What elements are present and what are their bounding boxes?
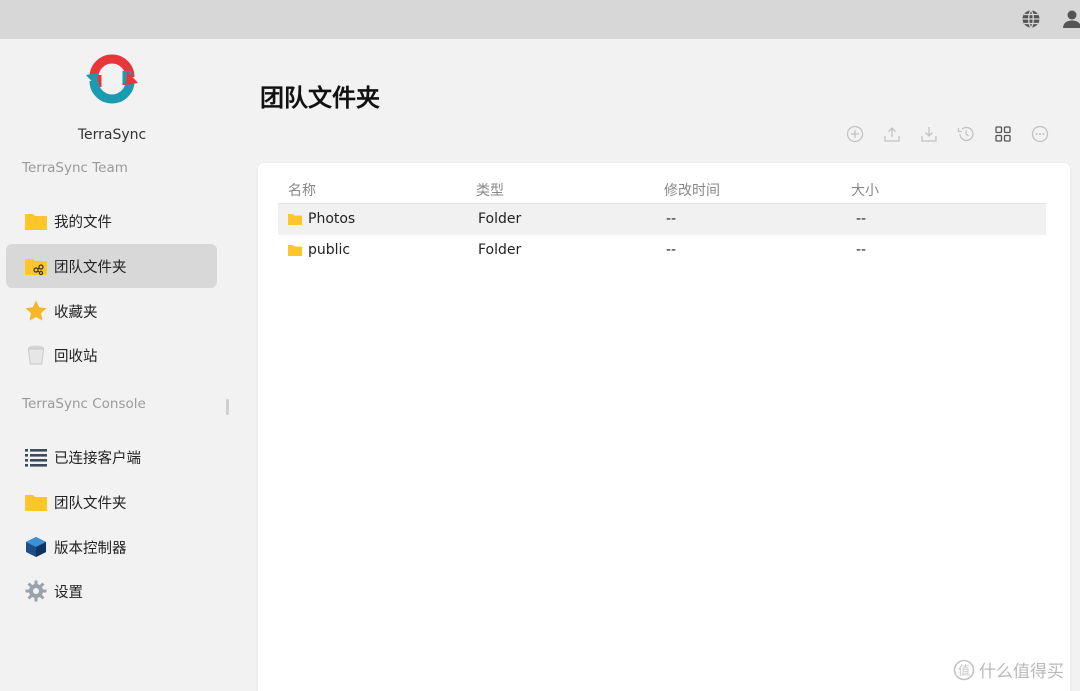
folder-icon <box>288 244 302 256</box>
sidebar-item-label: 收藏夹 <box>54 304 98 321</box>
table-row[interactable]: public Folder -- -- <box>278 235 1046 266</box>
column-header-name[interactable]: 名称 <box>288 180 316 200</box>
sidebar-item-connected-clients[interactable]: 已连接客户端 <box>6 435 217 479</box>
sidebar: TerraSync TerraSync Team 我的文件 团队文件夹 收藏夹 … <box>0 39 240 691</box>
toolbar <box>845 124 1067 144</box>
sidebar-scrollbar[interactable] <box>226 399 229 415</box>
console-section-label: TerraSync Console <box>22 396 146 412</box>
sidebar-item-label: 设置 <box>54 584 83 601</box>
file-type: Folder <box>478 211 522 227</box>
upload-icon[interactable] <box>882 124 902 144</box>
column-header-size[interactable]: 大小 <box>851 180 879 200</box>
shared-folder-icon <box>24 254 48 278</box>
watermark: 值 什么值得买 <box>953 657 1064 682</box>
team-section-label: TerraSync Team <box>22 160 128 176</box>
trash-icon <box>24 343 48 367</box>
svg-text:值: 值 <box>958 662 970 677</box>
app-name: TerraSync <box>77 127 147 143</box>
globe-icon[interactable] <box>1021 9 1041 29</box>
column-header-type[interactable]: 类型 <box>476 180 504 200</box>
column-header-modified[interactable]: 修改时间 <box>664 180 720 200</box>
file-type: Folder <box>478 242 522 258</box>
history-icon[interactable] <box>956 124 976 144</box>
top-bar <box>0 0 1080 39</box>
folder-icon <box>24 209 48 233</box>
file-name: Photos <box>308 211 356 227</box>
file-list-panel: 名称 类型 修改时间 大小 Photos Folder -- -- public… <box>258 163 1070 691</box>
folder-icon <box>288 213 302 225</box>
watermark-text: 什么值得买 <box>979 662 1064 682</box>
sidebar-item-label: 回收站 <box>54 348 98 365</box>
download-icon[interactable] <box>919 124 939 144</box>
sidebar-item-label: 版本控制器 <box>54 540 127 557</box>
sidebar-item-version-control[interactable]: 版本控制器 <box>6 525 217 569</box>
sidebar-item-team-folders[interactable]: 团队文件夹 <box>6 244 217 288</box>
sidebar-item-label: 团队文件夹 <box>54 259 127 276</box>
file-modified: -- <box>666 242 677 258</box>
page-title: 团队文件夹 <box>260 84 380 112</box>
file-size: -- <box>856 211 867 227</box>
sidebar-item-label: 团队文件夹 <box>54 495 127 512</box>
user-icon[interactable] <box>1062 9 1080 29</box>
cube-icon <box>24 535 48 559</box>
sidebar-item-label: 我的文件 <box>54 214 112 231</box>
file-name-cell: public <box>288 242 350 258</box>
add-icon[interactable] <box>845 124 865 144</box>
sidebar-item-recycle-bin[interactable]: 回收站 <box>6 333 217 377</box>
terrasync-logo <box>84 47 140 111</box>
sidebar-item-favorites[interactable]: 收藏夹 <box>6 289 217 333</box>
sidebar-item-label: 已连接客户端 <box>54 450 141 467</box>
file-modified: -- <box>666 211 677 227</box>
sidebar-item-settings[interactable]: 设置 <box>6 569 217 613</box>
table-header: 名称 类型 修改时间 大小 <box>278 171 1046 204</box>
more-icon[interactable] <box>1030 124 1050 144</box>
file-size: -- <box>856 242 867 258</box>
file-name: public <box>308 242 351 258</box>
folder-icon <box>24 490 48 514</box>
table-row[interactable]: Photos Folder -- -- <box>278 204 1046 235</box>
list-icon <box>24 445 48 469</box>
sidebar-item-my-files[interactable]: 我的文件 <box>6 199 217 243</box>
star-icon <box>24 299 48 323</box>
file-name-cell: Photos <box>288 211 355 227</box>
sidebar-item-console-team-folders[interactable]: 团队文件夹 <box>6 480 217 524</box>
watermark-logo-icon: 值 <box>953 659 975 681</box>
grid-view-icon[interactable] <box>993 124 1013 144</box>
gear-icon <box>24 579 48 603</box>
